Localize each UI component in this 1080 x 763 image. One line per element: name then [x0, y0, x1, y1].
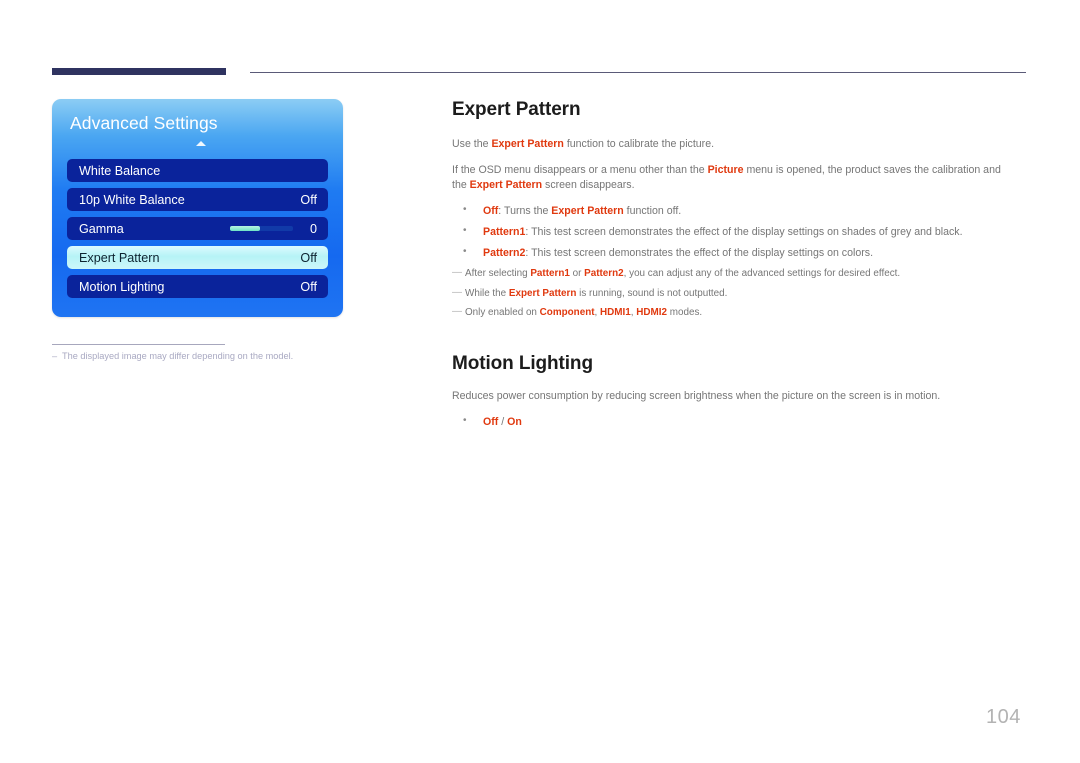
- osd-menu-item-label: Motion Lighting: [79, 279, 165, 294]
- keyword-text: On: [507, 416, 522, 429]
- header-rule-line: [250, 72, 1026, 73]
- body-paragraph: Reduces power consumption by reducing sc…: [452, 389, 1004, 404]
- bullet-list: Off: Turns the Expert Pattern function o…: [452, 203, 1004, 261]
- osd-advanced-settings-panel: Advanced Settings White Balance 10p White…: [52, 99, 343, 317]
- osd-menu-item[interactable]: Motion Lighting Off: [67, 275, 328, 298]
- keyword-text: HDMI1: [600, 306, 631, 318]
- note-dash-icon: —: [452, 305, 462, 317]
- footnote-dash: –: [52, 351, 58, 361]
- body-text: : This test screen demonstrates the effe…: [525, 247, 874, 260]
- header-rule-block: [52, 68, 226, 75]
- keyword-text: HDMI2: [636, 306, 667, 318]
- note-list: — After selecting Pattern1 or Pattern2, y…: [452, 267, 1004, 320]
- body-text: function off.: [623, 205, 682, 218]
- osd-menu-item-value: Off: [300, 192, 317, 207]
- keyword-text: Pattern1: [530, 268, 570, 280]
- bullet-list: Off / On: [452, 414, 1004, 430]
- osd-menu-item-value: Off: [300, 250, 317, 265]
- body-text: or: [569, 268, 585, 280]
- bullet-item: Off / On: [452, 414, 1004, 430]
- osd-menu-item-value: 0: [309, 221, 317, 236]
- note-item: — While the Expert Pattern is running, so…: [452, 287, 1004, 301]
- body-text: modes.: [667, 306, 703, 318]
- note-item: — After selecting Pattern1 or Pattern2, y…: [452, 267, 1004, 281]
- osd-panel-title: Advanced Settings: [70, 113, 218, 133]
- body-paragraph: If the OSD menu disappears or a menu oth…: [452, 163, 1004, 193]
- body-paragraph: Use the Expert Pattern function to calib…: [452, 137, 1004, 152]
- body-text: If the OSD menu disappears or a menu oth…: [452, 164, 708, 177]
- content-column: Expert Pattern Use the Expert Pattern fun…: [452, 99, 1004, 436]
- keyword-text: Pattern2: [584, 268, 624, 280]
- osd-slider-fill: [230, 226, 260, 231]
- body-text: : This test screen demonstrates the effe…: [525, 226, 963, 239]
- body-text: Reduces power consumption by reducing sc…: [452, 390, 941, 403]
- osd-menu-item-value: Off: [300, 279, 317, 294]
- note-item: — Only enabled on Component, HDMI1, HDMI2…: [452, 306, 1004, 320]
- keyword-text: Pattern1: [483, 226, 526, 239]
- body-text: /: [498, 416, 508, 429]
- osd-menu-item-label: Expert Pattern: [79, 250, 160, 265]
- osd-menu-item-label: Gamma: [79, 221, 124, 236]
- osd-menu-item[interactable]: White Balance: [67, 159, 328, 182]
- note-dash-icon: —: [452, 267, 462, 279]
- keyword-text: Picture: [707, 164, 744, 177]
- body-text: function to calibrate the picture.: [563, 138, 715, 150]
- body-text: Use the: [452, 138, 492, 150]
- body-text: , you can adjust any of the advanced set…: [623, 268, 901, 280]
- up-arrow-icon: [196, 141, 206, 146]
- page-header-rule: [52, 68, 1026, 76]
- footnote-rule: [52, 344, 225, 345]
- osd-menu-item-label: White Balance: [79, 163, 161, 178]
- section-heading: Expert Pattern: [452, 99, 581, 120]
- osd-menu-item[interactable]: 10p White Balance Off: [67, 188, 328, 211]
- osd-menu-item[interactable]: Expert Pattern Off: [67, 246, 328, 269]
- note-dash-icon: —: [452, 286, 462, 298]
- body-text: Only enabled on: [465, 306, 540, 318]
- keyword-text: Expert Pattern: [491, 138, 564, 150]
- keyword-text: Expert Pattern: [551, 205, 624, 218]
- osd-menu-item[interactable]: Gamma 0: [67, 217, 328, 240]
- keyword-text: Pattern2: [483, 247, 526, 260]
- keyword-text: Off: [483, 205, 499, 218]
- bullet-item: Off: Turns the Expert Pattern function o…: [452, 203, 1004, 219]
- bullet-item: Pattern1: This test screen demonstrates …: [452, 224, 1004, 240]
- keyword-text: Component: [539, 306, 595, 318]
- body-text: screen disappears.: [542, 179, 635, 192]
- body-text: After selecting: [465, 268, 531, 280]
- body-text: : Turns the: [498, 205, 552, 218]
- osd-footnote: – The displayed image may differ dependi…: [52, 351, 352, 361]
- page-number: 104: [986, 706, 1021, 728]
- keyword-text: Expert Pattern: [508, 287, 577, 299]
- footnote-text: The displayed image may differ depending…: [62, 351, 294, 361]
- body-text: While the: [465, 287, 509, 299]
- section-heading: Motion Lighting: [452, 353, 593, 375]
- keyword-text: Off: [483, 416, 499, 429]
- osd-slider-track[interactable]: [230, 226, 293, 231]
- body-text: is running, sound is not outputted.: [576, 287, 728, 299]
- keyword-text: Expert Pattern: [469, 179, 543, 192]
- osd-menu-item-label: 10p White Balance: [79, 192, 185, 207]
- bullet-item: Pattern2: This test screen demonstrates …: [452, 245, 1004, 261]
- osd-menu-list: White Balance 10p White Balance Off Gamma 0 E…: [67, 159, 328, 304]
